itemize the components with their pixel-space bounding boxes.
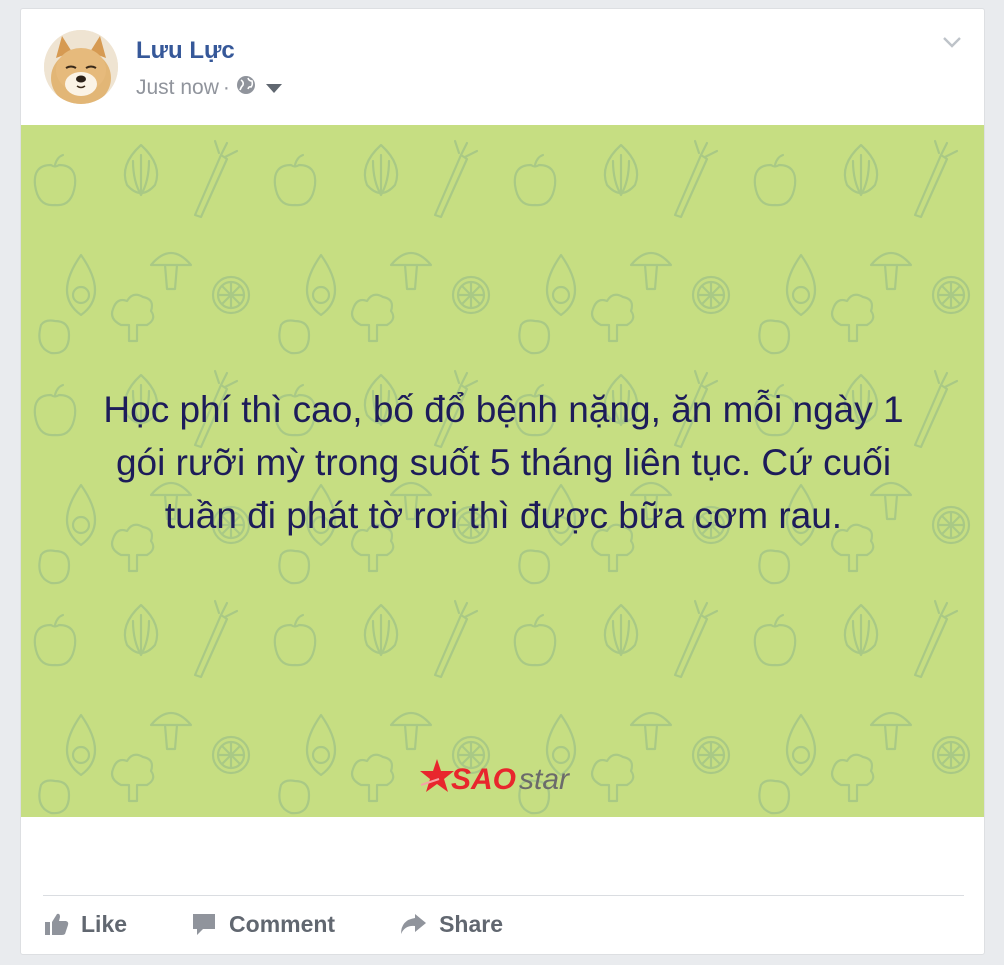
comment-label: Comment [229, 910, 336, 937]
post-content-text: Học phí thì cao, bố đổ bệnh nặng, ăn mỗi… [103, 389, 904, 536]
post-meta: Just now · [136, 75, 282, 101]
author-name-link[interactable]: Lưu Lực [136, 37, 235, 65]
shiba-dog-avatar-icon [44, 30, 118, 104]
post-timestamp[interactable]: Just now [136, 76, 219, 100]
saostar-logo-icon: SAO star [420, 759, 570, 796]
share-label: Share [439, 910, 504, 937]
post-actions-bar: Like Comment Share [43, 902, 964, 946]
like-label: Like [81, 910, 128, 937]
post-background-image[interactable]: Học phí thì cao, bố đổ bệnh nặng, ăn mỗi… [21, 125, 984, 817]
meta-separator: · [222, 76, 230, 99]
saostar-star-text: star [519, 763, 570, 796]
share-button[interactable]: Share [399, 911, 503, 938]
speech-bubble-icon [193, 914, 216, 935]
chevron-down-icon[interactable] [942, 35, 962, 54]
share-arrow-icon [401, 914, 427, 934]
globe-icon[interactable] [236, 75, 256, 101]
saostar-watermark: SAO star [419, 755, 589, 806]
actions-divider [43, 895, 964, 896]
comment-button[interactable]: Comment [191, 911, 335, 938]
post-header: Lưu Lực Just now · [21, 9, 984, 125]
audience-caret-icon[interactable] [265, 76, 282, 100]
author-avatar[interactable] [44, 30, 118, 104]
thumbs-up-icon [45, 913, 69, 935]
post-card: Lưu Lực Just now · Học phí thì cao, bố đ… [20, 8, 985, 955]
saostar-sao-text: SAO [451, 763, 516, 796]
like-button[interactable]: Like [43, 911, 127, 938]
